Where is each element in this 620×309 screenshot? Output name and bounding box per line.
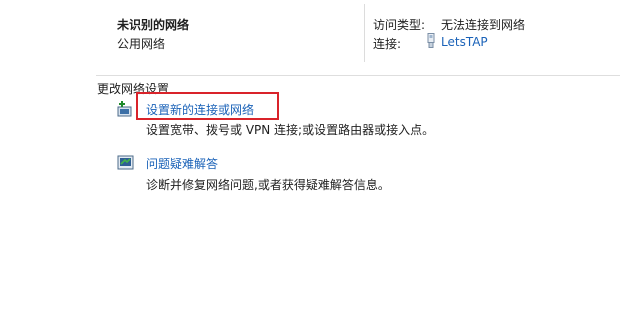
network-type: 公用网络 <box>117 37 166 51</box>
connection-link[interactable]: LetsTAP <box>441 35 488 49</box>
setup-connection-description: 设置宽带、拨号或 VPN 连接;或设置路由器或接入点。 <box>146 123 435 137</box>
access-type-label: 访问类型: <box>373 18 426 32</box>
new-connection-icon <box>117 101 132 117</box>
vertical-divider <box>364 4 365 62</box>
setup-connection-link[interactable]: 设置新的连接或网络 <box>146 101 254 118</box>
usb-adapter-icon <box>427 33 435 48</box>
troubleshoot-description: 诊断并修复网络问题,或者获得疑难解答信息。 <box>146 178 390 192</box>
troubleshoot-icon <box>117 155 134 170</box>
connection-label: 连接: <box>373 37 402 51</box>
access-type-value: 无法连接到网络 <box>441 18 526 32</box>
troubleshoot-link[interactable]: 问题疑难解答 <box>146 155 218 172</box>
network-name: 未识别的网络 <box>117 18 190 32</box>
section-divider <box>96 75 620 76</box>
